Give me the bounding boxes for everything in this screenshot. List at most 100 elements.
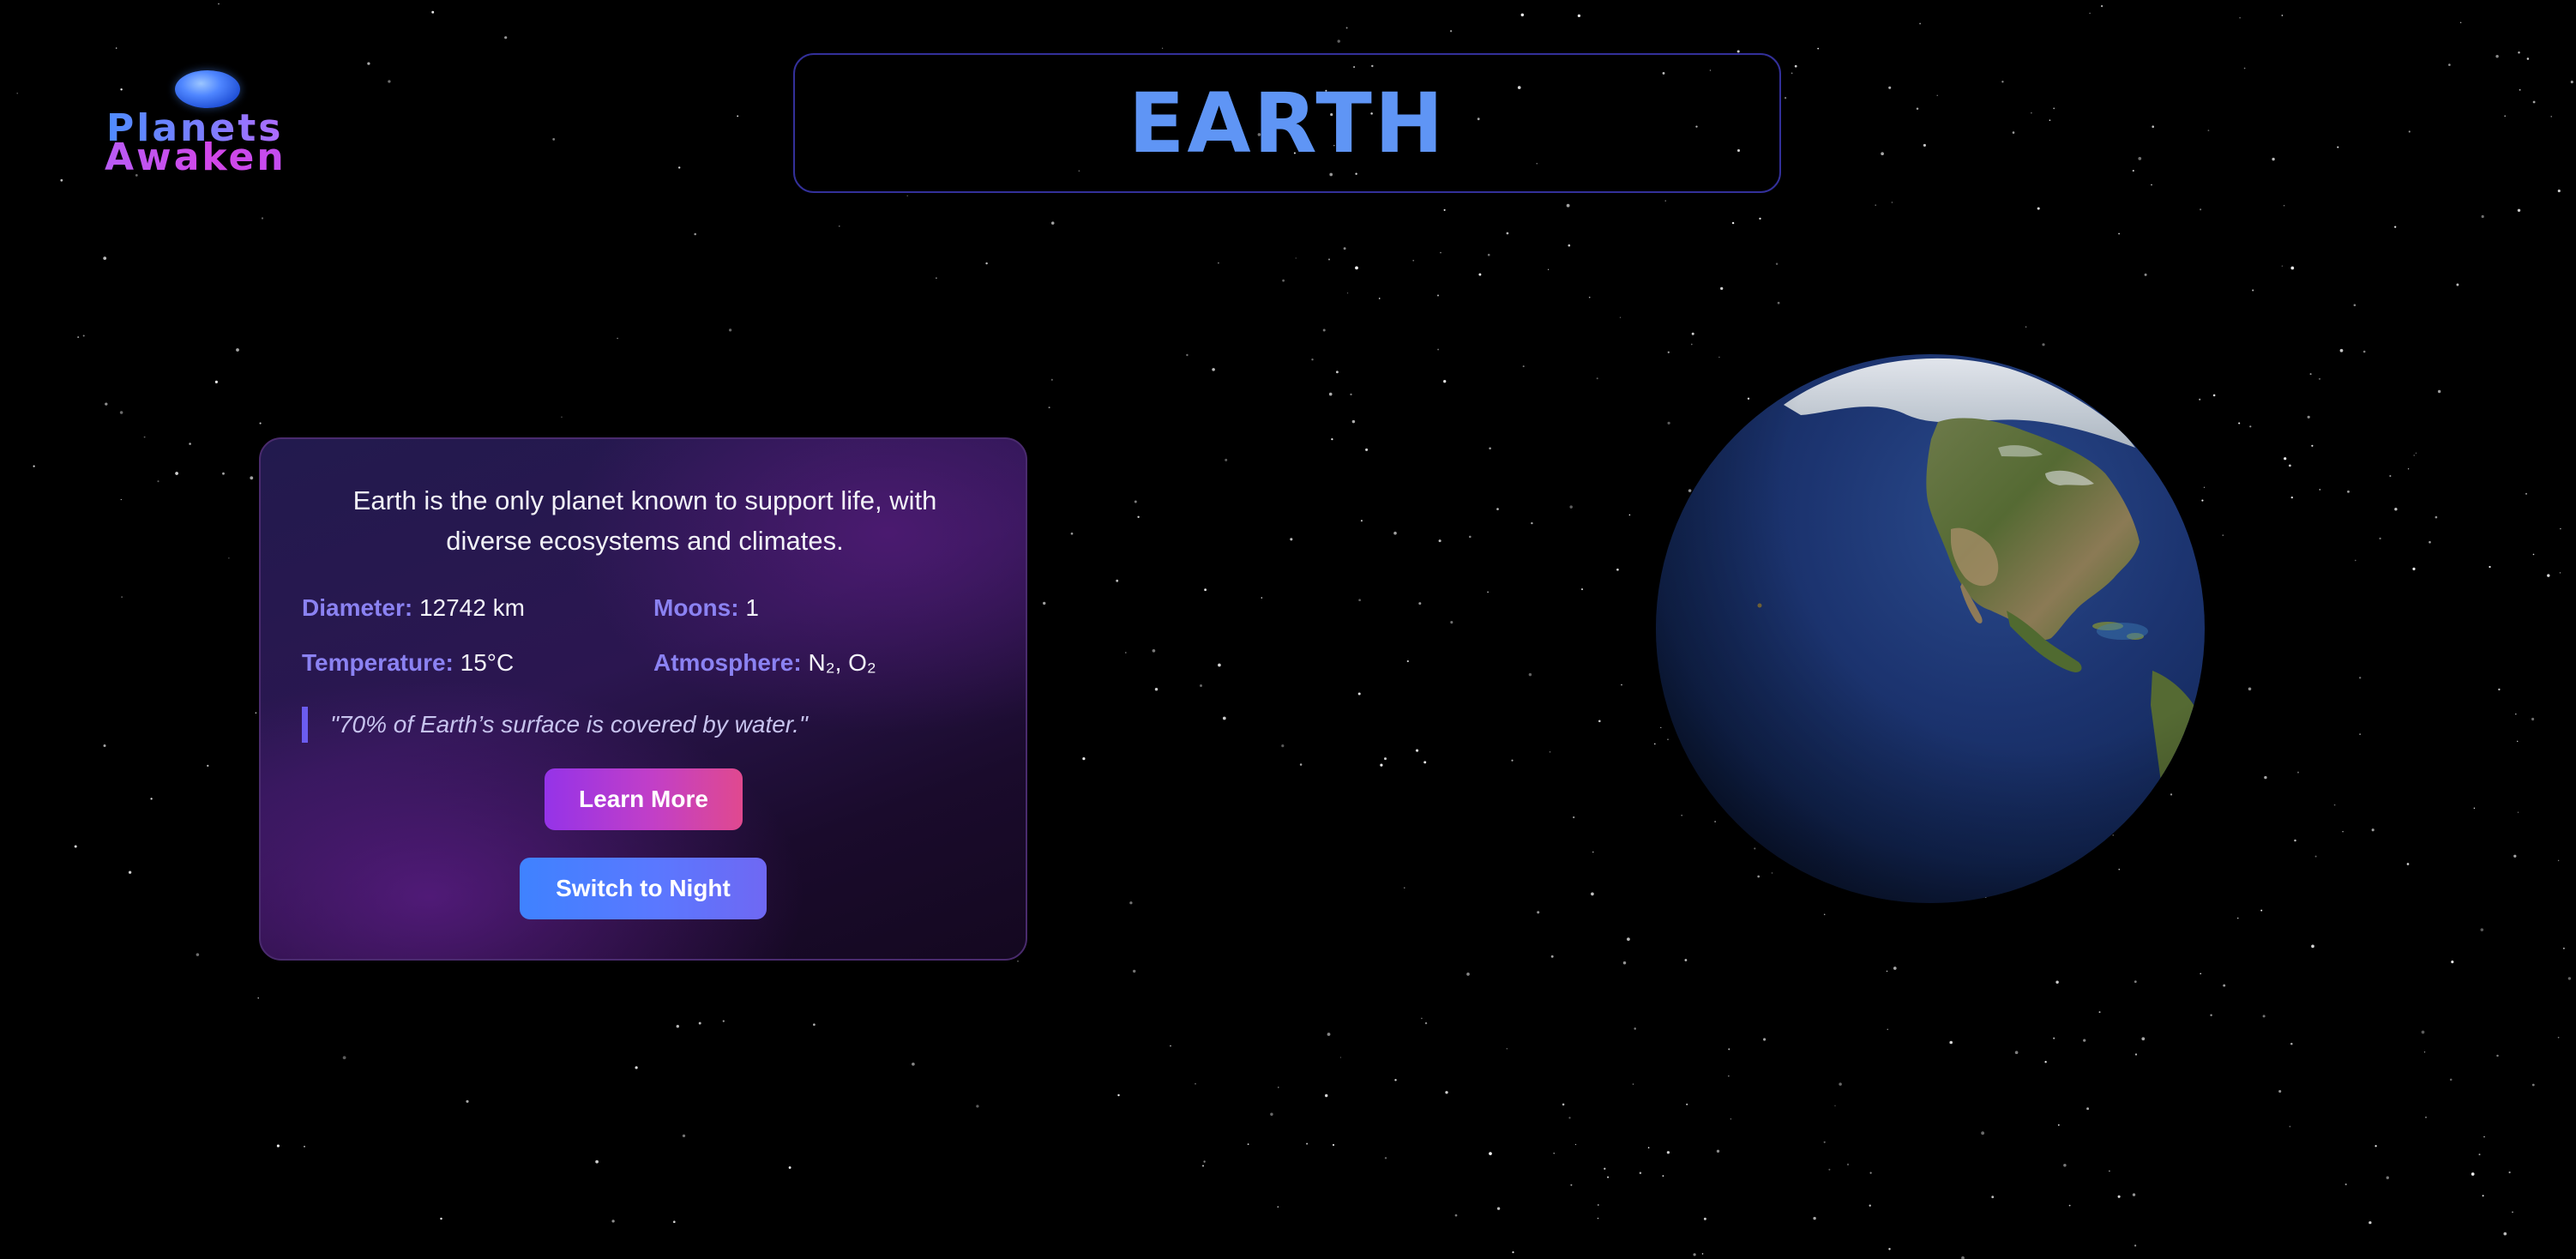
stat-moons-label: Moons:: [653, 594, 739, 621]
star: [1393, 531, 1397, 535]
star: [259, 422, 262, 425]
star: [255, 712, 257, 714]
star: [103, 744, 106, 747]
star: [143, 436, 146, 438]
star: [2406, 863, 2410, 865]
star: [788, 1166, 791, 1169]
stat-temperature-value: 15°C: [460, 649, 515, 676]
star: [2517, 811, 2519, 813]
star: [1664, 200, 1666, 202]
logo[interactable]: Planets Awaken: [101, 70, 324, 182]
switch-to-night-button[interactable]: Switch to Night: [520, 858, 767, 919]
star: [2423, 1051, 2426, 1053]
star: [2526, 57, 2530, 60]
star: [2362, 350, 2366, 353]
star: [2309, 373, 2312, 376]
star: [2210, 1014, 2212, 1016]
star: [2001, 81, 2004, 83]
star: [261, 217, 264, 220]
star: [1568, 244, 1571, 247]
star: [2100, 4, 2104, 8]
star: [1949, 1040, 1953, 1045]
star: [1553, 1153, 1555, 1154]
star: [1522, 365, 1525, 368]
star: [1327, 1033, 1331, 1036]
star: [2311, 944, 2314, 949]
star: [2513, 854, 2517, 858]
star: [228, 557, 230, 559]
star: [1574, 1143, 1577, 1146]
star: [1424, 1021, 1428, 1025]
star: [2290, 266, 2295, 270]
star: [2337, 146, 2339, 148]
star: [2517, 208, 2521, 213]
star: [1639, 1172, 1642, 1175]
star: [2353, 304, 2356, 307]
star: [1834, 1105, 1836, 1106]
star: [737, 115, 739, 117]
star: [1412, 259, 1415, 262]
star: [1322, 328, 1326, 332]
star: [1466, 973, 1470, 976]
star: [1730, 1118, 1732, 1120]
star: [2264, 775, 2267, 780]
star: [2132, 170, 2134, 172]
star: [1570, 1184, 1573, 1186]
star: [2151, 184, 2152, 186]
star: [1628, 514, 1631, 516]
star: [2053, 107, 2055, 110]
star: [105, 402, 108, 406]
earth-globe[interactable]: [1655, 353, 2206, 904]
star: [2570, 81, 2573, 84]
star: [1662, 1175, 1664, 1177]
star: [222, 472, 225, 475]
logo-text-line2: Awaken: [105, 136, 286, 179]
star: [2272, 157, 2275, 161]
star: [2068, 1204, 2071, 1207]
star: [440, 1217, 442, 1220]
star: [2421, 1030, 2425, 1034]
star: [1070, 532, 1074, 535]
star: [1050, 378, 1053, 381]
star: [1345, 27, 1348, 29]
star: [2425, 1116, 2427, 1118]
star: [1311, 358, 1314, 361]
star: [16, 92, 19, 94]
star: [1355, 266, 1358, 270]
star: [2559, 572, 2561, 574]
star: [2518, 51, 2520, 54]
star: [2281, 15, 2284, 16]
star: [1813, 1216, 1816, 1220]
star: [2307, 415, 2310, 419]
star: [2037, 207, 2040, 210]
star: [1200, 684, 1202, 687]
star: [1277, 1206, 1279, 1208]
star: [2482, 1195, 2484, 1197]
learn-more-button[interactable]: Learn More: [545, 768, 743, 830]
star: [1919, 22, 1922, 25]
star: [912, 1062, 915, 1066]
star: [1731, 221, 1735, 225]
star: [2290, 1042, 2293, 1045]
star: [1869, 1204, 1871, 1207]
star: [82, 334, 85, 337]
star: [2243, 67, 2246, 69]
star: [2359, 733, 2361, 735]
star: [552, 138, 556, 141]
star: [2284, 457, 2287, 461]
star: [2057, 1123, 2060, 1126]
star: [1869, 1172, 1872, 1174]
star: [431, 10, 435, 14]
page-title: EARTH: [1128, 75, 1447, 172]
star: [1887, 1028, 1888, 1030]
star: [1218, 663, 1221, 667]
star: [1331, 437, 1333, 441]
star: [1528, 672, 1532, 677]
star: [276, 1144, 280, 1148]
star: [2412, 567, 2416, 571]
star: [1351, 419, 1356, 424]
star: [1218, 262, 1219, 264]
star: [2504, 115, 2506, 117]
star: [2249, 425, 2252, 428]
star: [2531, 1083, 2535, 1087]
